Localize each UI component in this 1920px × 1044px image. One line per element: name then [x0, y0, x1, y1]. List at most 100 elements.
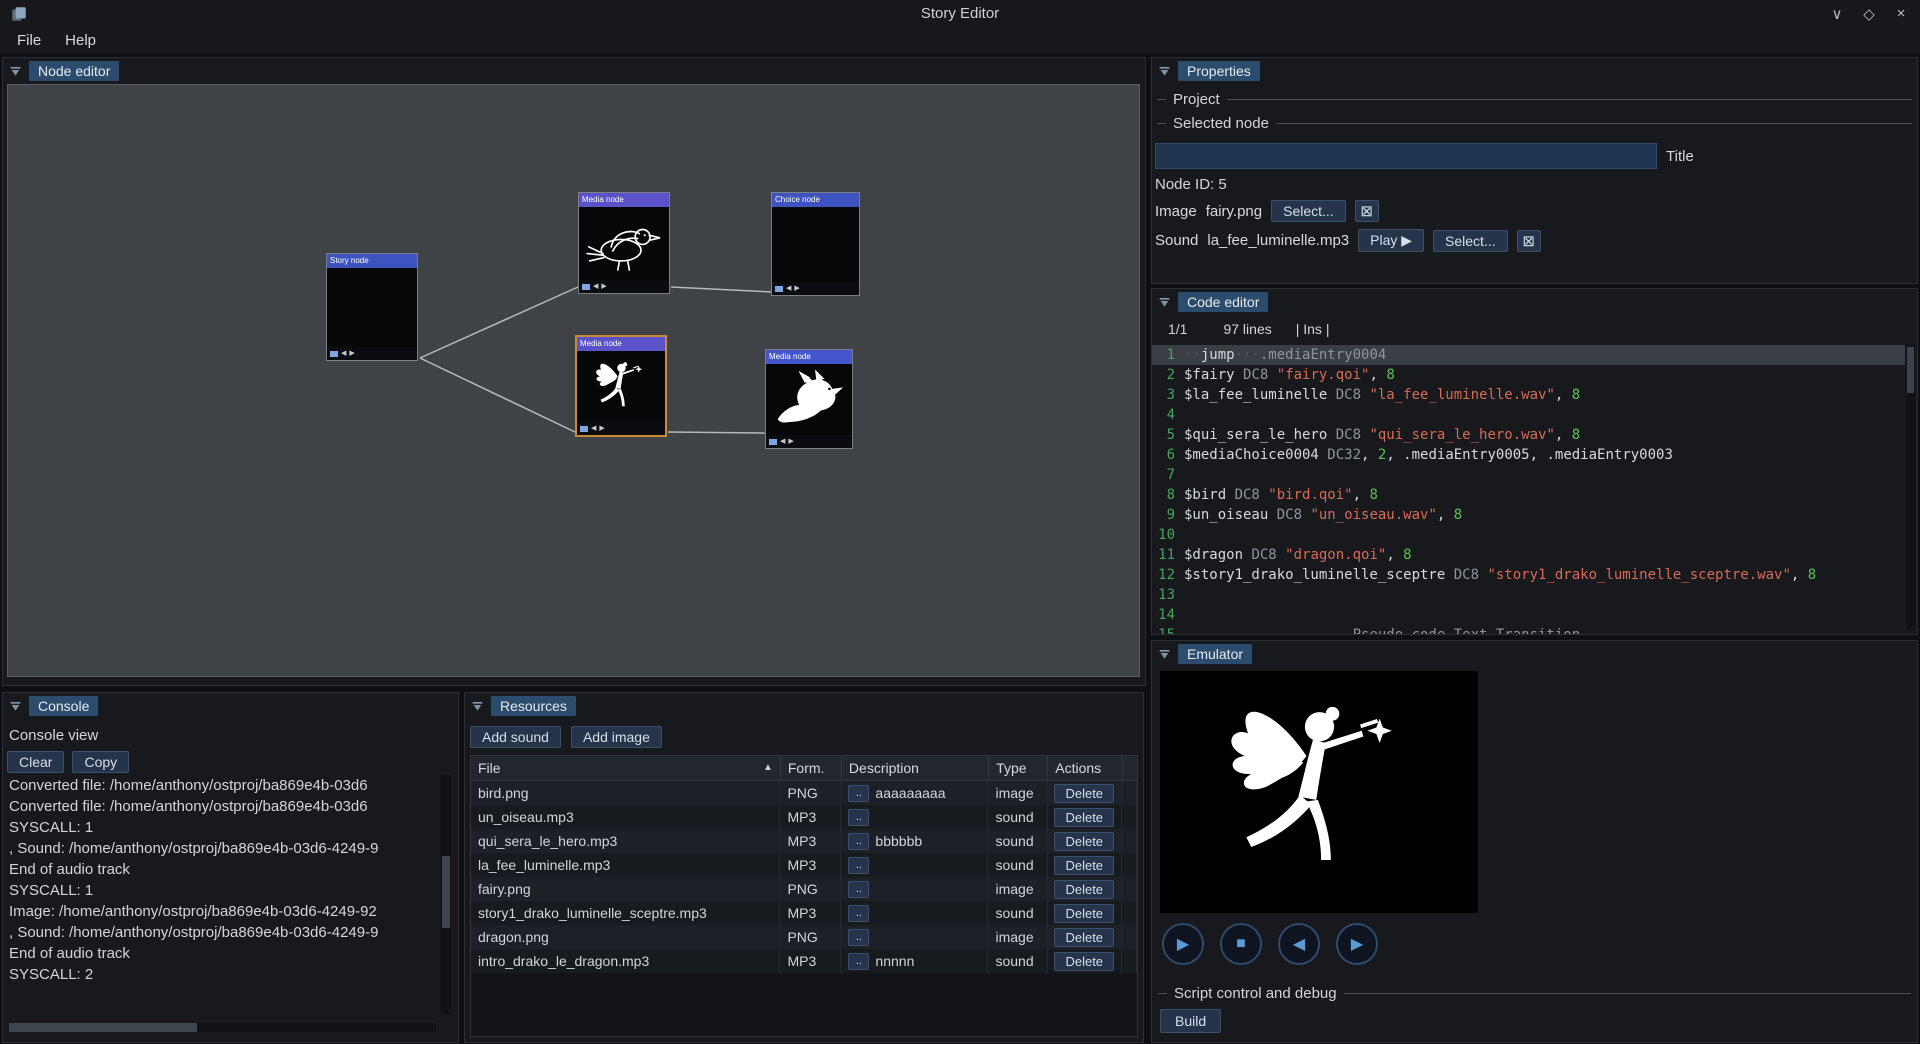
play-button[interactable]: ▶ — [1162, 923, 1204, 965]
resource-row[interactable]: dragon.pngPNG..imageDelete — [471, 925, 1137, 949]
code-text-area[interactable]: 1··jump···.mediaEntry00042$fairy DC8 "fa… — [1152, 345, 1905, 634]
emulator-panel: Emulator ▶■◀▶ Script control and debug B… — [1151, 640, 1918, 1043]
close-button[interactable]: × — [1892, 5, 1910, 23]
add-sound-button[interactable]: Add sound — [470, 726, 561, 748]
dock-icon[interactable] — [1158, 296, 1171, 309]
column-header-type[interactable]: Type — [989, 756, 1048, 780]
delete-button[interactable]: Delete — [1054, 952, 1114, 971]
edit-description-button[interactable]: .. — [848, 881, 869, 898]
file-cell: bird.png — [471, 781, 780, 805]
graph-node-bird[interactable]: Media node◀▶ — [578, 192, 670, 294]
step-forward-button[interactable]: ▶ — [1336, 923, 1378, 965]
sound-label: Sound — [1155, 232, 1198, 249]
image-clear-button[interactable]: ⊠ — [1355, 200, 1379, 222]
sound-play-button[interactable]: Play ▶ — [1358, 229, 1424, 252]
resource-row[interactable]: qui_sera_le_hero.mp3MP3..bbbbbbsoundDele… — [471, 829, 1137, 853]
node-editor-panel: Node editor Story node◀▶Media node◀▶Choi… — [2, 57, 1146, 686]
console-horizontal-scrollbar[interactable] — [9, 1023, 436, 1032]
code-line: 11$dragon DC8 "dragon.qoi", 8 — [1152, 545, 1905, 565]
description-cell: ..aaaaaaaaa — [841, 781, 988, 805]
graph-node-fairy[interactable]: Media node◀▶ — [575, 335, 667, 437]
image-select-button[interactable]: Select... — [1271, 200, 1346, 222]
maximize-button[interactable]: ◇ — [1860, 5, 1878, 23]
column-header-format[interactable]: Form. — [781, 756, 842, 780]
file-cell: intro_drako_le_dragon.mp3 — [471, 949, 780, 973]
description-cell: .. — [841, 853, 988, 877]
code-line: 5$qui_sera_le_hero DC8 "qui_sera_le_hero… — [1152, 425, 1905, 445]
title-bar: Story Editor ∨◇× — [0, 0, 1920, 27]
delete-button[interactable]: Delete — [1054, 880, 1114, 899]
stop-button[interactable]: ■ — [1220, 923, 1262, 965]
log-line: , Sound: /home/anthony/ostproj/ba869e4b-… — [9, 838, 436, 859]
console-clear-button[interactable]: Clear — [7, 751, 64, 773]
resource-row[interactable]: la_fee_luminelle.mp3MP3..soundDelete — [471, 853, 1137, 877]
resource-row[interactable]: fairy.pngPNG..imageDelete — [471, 877, 1137, 901]
edit-description-button[interactable]: .. — [848, 929, 869, 946]
sound-select-button[interactable]: Select... — [1433, 230, 1508, 252]
graph-node-dragon[interactable]: Media node◀▶ — [765, 349, 853, 449]
build-button[interactable]: Build — [1160, 1009, 1221, 1033]
edit-description-button[interactable]: .. — [848, 809, 869, 826]
format-cell: MP3 — [780, 853, 841, 877]
edit-description-button[interactable]: .. — [848, 905, 869, 922]
line-number: 2 — [1152, 365, 1184, 385]
add-image-button[interactable]: Add image — [571, 726, 662, 748]
node-title: Media node — [766, 350, 852, 364]
dock-icon[interactable] — [1158, 648, 1171, 661]
node-graph-canvas[interactable]: Story node◀▶ Media node◀▶ Choice node ◀▶ Med… — [7, 84, 1140, 677]
emulator-screen — [1160, 671, 1478, 913]
file-cell: story1_drako_luminelle_sceptre.mp3 — [471, 901, 780, 925]
scrollbar-thumb[interactable] — [1907, 347, 1914, 393]
menu-file[interactable]: File — [6, 29, 52, 52]
scrollbar-thumb[interactable] — [442, 856, 450, 928]
console-header: Console — [3, 693, 458, 719]
delete-button[interactable]: Delete — [1054, 832, 1114, 851]
delete-button[interactable]: Delete — [1054, 904, 1114, 923]
project-group-label: Project — [1157, 91, 1912, 108]
edit-description-button[interactable]: .. — [848, 833, 869, 850]
code-line: 4 — [1152, 405, 1905, 425]
console-log: Converted file: /home/anthony/ostproj/ba… — [9, 775, 436, 1014]
step-back-button[interactable]: ◀ — [1278, 923, 1320, 965]
row-filler — [1122, 853, 1137, 877]
edit-description-button[interactable]: .. — [848, 857, 869, 874]
delete-button[interactable]: Delete — [1054, 928, 1114, 947]
dock-icon[interactable] — [1158, 65, 1171, 78]
sound-clear-button[interactable]: ⊠ — [1517, 230, 1541, 252]
node-title: Choice node — [772, 193, 859, 207]
graph-node-choice[interactable]: Choice node◀▶ — [771, 192, 860, 296]
column-header-file[interactable]: File ▲ — [471, 756, 781, 780]
node-title-input[interactable] — [1155, 143, 1657, 169]
column-header-description[interactable]: Description — [842, 756, 989, 780]
node-footer: ◀▶ — [327, 347, 417, 360]
log-line: Converted file: /home/anthony/ostproj/ba… — [9, 775, 436, 796]
resource-row[interactable]: story1_drako_luminelle_sceptre.mp3MP3..s… — [471, 901, 1137, 925]
dock-icon[interactable] — [9, 65, 22, 78]
resource-row[interactable]: bird.pngPNG..aaaaaaaaaimageDelete — [471, 781, 1137, 805]
graph-node-story[interactable]: Story node◀▶ — [326, 253, 418, 361]
dock-icon[interactable] — [471, 700, 484, 713]
code-line: 8$bird DC8 "bird.qoi", 8 — [1152, 485, 1905, 505]
console-copy-button[interactable]: Copy — [72, 751, 129, 773]
resources-table-body: bird.pngPNG..aaaaaaaaaimageDeleteun_oise… — [471, 781, 1137, 973]
console-vertical-scrollbar[interactable] — [441, 775, 451, 1014]
resource-row[interactable]: un_oiseau.mp3MP3..soundDelete — [471, 805, 1137, 829]
node-prev-icon: ◀ — [786, 285, 791, 292]
code-editor-scrollbar[interactable] — [1906, 345, 1915, 630]
delete-button[interactable]: Delete — [1054, 856, 1114, 875]
line-number: 7 — [1152, 465, 1184, 485]
node-media-chip-icon — [775, 286, 783, 292]
edit-description-button[interactable]: .. — [848, 785, 869, 802]
edit-description-button[interactable]: .. — [848, 953, 869, 970]
dock-icon[interactable] — [9, 700, 22, 713]
minimize-button[interactable]: ∨ — [1828, 5, 1846, 23]
line-number: 8 — [1152, 485, 1184, 505]
format-cell: PNG — [780, 925, 841, 949]
cursor-position: 1/1 — [1168, 321, 1187, 337]
delete-button[interactable]: Delete — [1054, 784, 1114, 803]
column-header-actions[interactable]: Actions — [1048, 756, 1123, 780]
resource-row[interactable]: intro_drako_le_dragon.mp3MP3..nnnnnsound… — [471, 949, 1137, 973]
scrollbar-thumb[interactable] — [9, 1023, 197, 1032]
delete-button[interactable]: Delete — [1054, 808, 1114, 827]
menu-help[interactable]: Help — [54, 29, 107, 52]
